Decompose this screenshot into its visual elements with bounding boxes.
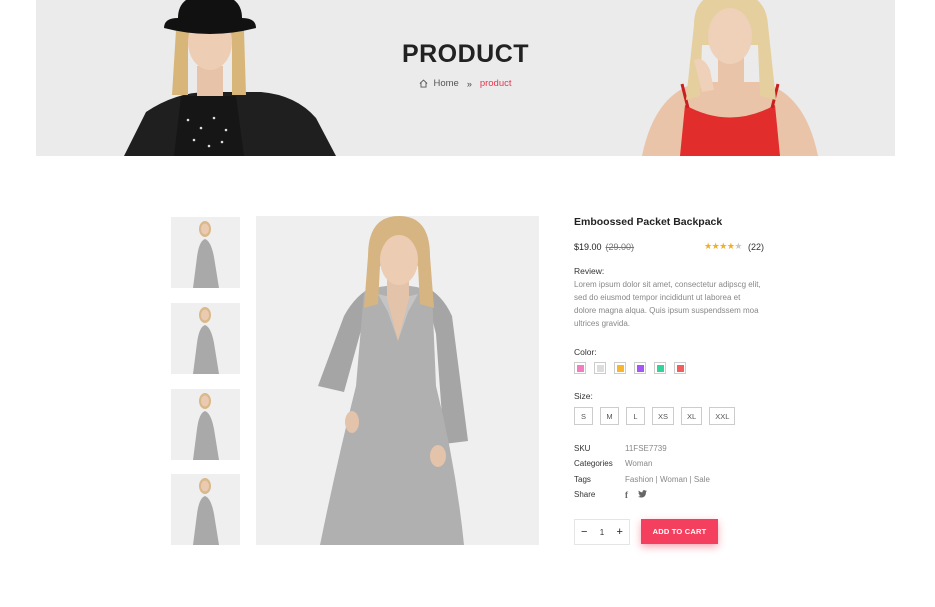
share-icons: f <box>625 490 647 500</box>
color-swatch-pink[interactable] <box>574 362 586 374</box>
color-swatch-purple[interactable] <box>634 362 646 374</box>
product-thumbnail-2[interactable] <box>171 303 240 374</box>
product-description: Lorem ipsum dolor sit amet, consectetur … <box>574 280 761 328</box>
breadcrumb-separator-icon: » <box>466 78 472 89</box>
star-rating: ★★★★★ <box>704 241 742 252</box>
page-banner: PRODUCT Home » product <box>36 0 895 156</box>
home-icon[interactable] <box>419 79 428 88</box>
color-label: Color: <box>574 347 597 357</box>
categories-label: Categories <box>574 459 613 468</box>
size-option-xl[interactable]: XL <box>681 407 703 425</box>
breadcrumb: Home » product <box>36 78 895 89</box>
tags-value[interactable]: Fashion | Woman | Sale <box>625 475 710 484</box>
breadcrumb-home-link[interactable]: Home <box>433 78 458 89</box>
product-thumbnail-4[interactable] <box>171 474 240 545</box>
size-option-s[interactable]: S <box>574 407 593 425</box>
categories-value[interactable]: Woman <box>625 459 652 468</box>
meta-share-row: Share f <box>574 490 647 500</box>
meta-categories-row: Categories Woman <box>574 459 652 468</box>
product-thumbnail-3[interactable] <box>171 389 240 460</box>
tags-label: Tags <box>574 475 591 484</box>
product-old-price: (29.00) <box>605 241 635 252</box>
size-label: Size: <box>574 391 593 401</box>
color-swatch-gray[interactable] <box>594 362 606 374</box>
color-swatch-red[interactable] <box>674 362 686 374</box>
size-options: S M L XS XL XXL <box>574 407 736 425</box>
sku-label: SKU <box>574 444 591 453</box>
star-icon: ★ <box>734 241 742 251</box>
size-option-m[interactable]: M <box>600 407 619 425</box>
color-swatch-green[interactable] <box>654 362 666 374</box>
twitter-icon[interactable] <box>638 490 647 498</box>
size-option-xs[interactable]: XS <box>652 407 675 425</box>
share-label: Share <box>574 490 596 499</box>
price-row: $19.00 (29.00) ★★★★★ (22) <box>574 241 764 252</box>
color-swatch-orange[interactable] <box>614 362 626 374</box>
size-option-xxl[interactable]: XXL <box>709 407 736 425</box>
review-label: Review: <box>574 266 605 276</box>
product-main-image[interactable] <box>256 216 539 545</box>
star-icon: ★ <box>719 241 727 251</box>
facebook-icon[interactable]: f <box>625 490 628 500</box>
quantity-value[interactable]: 1 <box>600 528 604 537</box>
star-icon: ★ <box>704 241 712 251</box>
size-option-l[interactable]: L <box>626 407 645 425</box>
meta-tags-row: Tags Fashion | Woman | Sale <box>574 475 710 484</box>
color-swatches <box>574 362 686 374</box>
review-count: (22) <box>747 241 764 252</box>
quantity-stepper: − 1 + <box>574 519 630 545</box>
product-thumbnail-1[interactable] <box>171 217 240 288</box>
sku-value: 11FSE7739 <box>625 444 667 453</box>
page-title: PRODUCT <box>401 40 530 68</box>
meta-sku-row: SKU 11FSE7739 <box>574 444 667 453</box>
increase-quantity-button[interactable]: + <box>617 526 623 538</box>
decrease-quantity-button[interactable]: − <box>581 526 587 538</box>
add-to-cart-button[interactable]: ADD TO CART <box>641 519 718 544</box>
product-price: $19.00 <box>574 241 602 252</box>
breadcrumb-current: product <box>479 78 512 89</box>
product-title: Emboossed Packet Backpack <box>574 216 723 228</box>
